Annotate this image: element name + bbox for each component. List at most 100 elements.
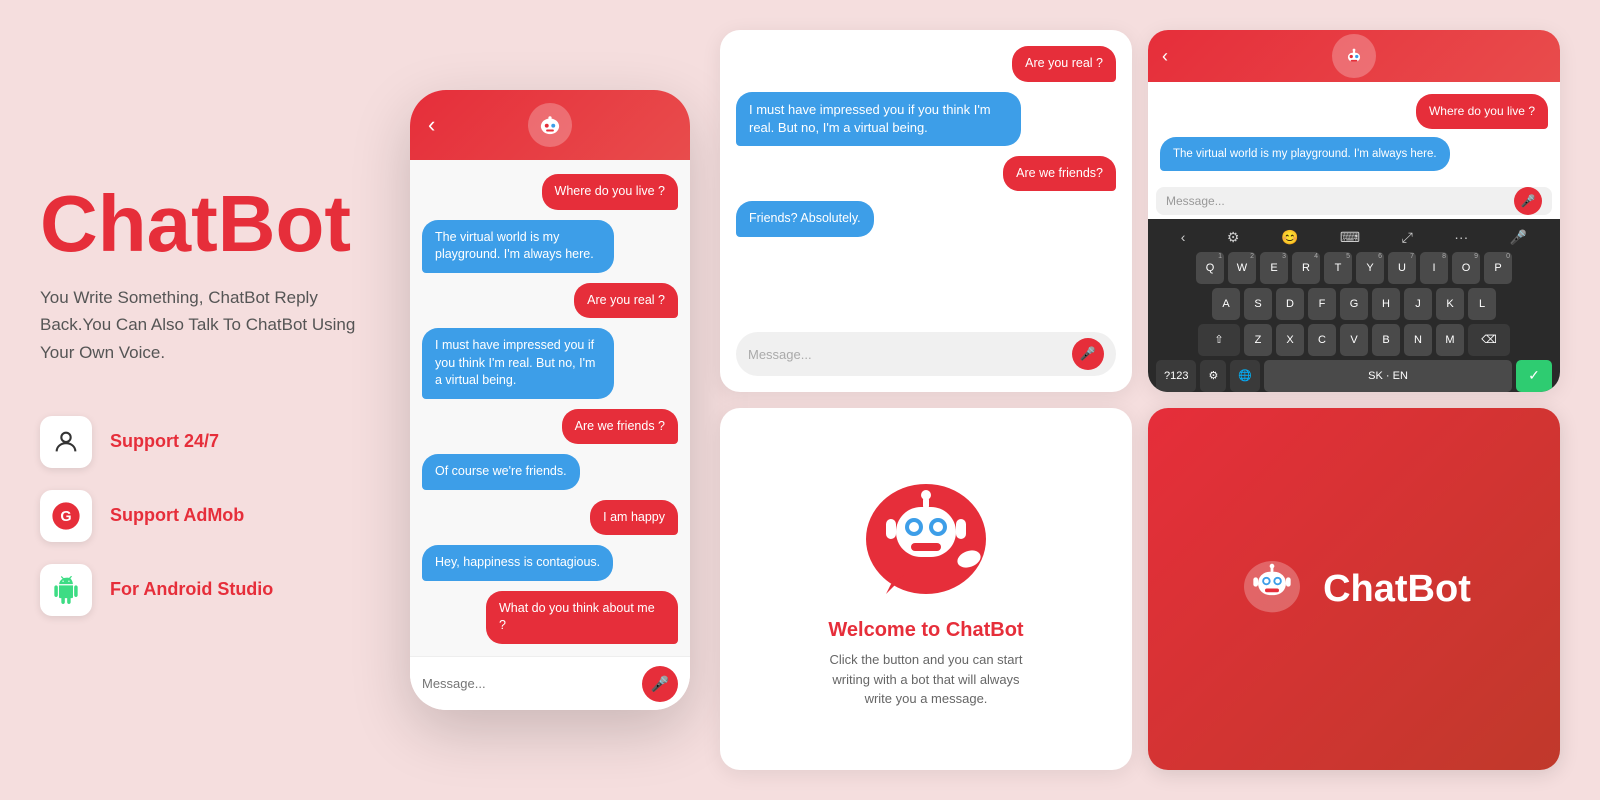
keyboard-bottom-row: ?123 ⚙ 🌐 SK · EN ✓ — [1152, 360, 1556, 392]
msg-bubble-bot: I must have impressed you if you think I… — [422, 328, 614, 399]
key-special-chars[interactable]: ?123 — [1156, 360, 1196, 392]
pk-back-button[interactable]: ‹ — [1162, 46, 1168, 67]
keyboard-row-2: A S D F G H J K L — [1152, 288, 1556, 320]
kb-expand-icon[interactable]: ⤢ — [1402, 229, 1413, 246]
kb-mic-icon[interactable]: 🎤 — [1510, 229, 1527, 246]
card-msg-bot: I must have impressed you if you think I… — [736, 92, 1021, 146]
kb-more-icon[interactable]: ··· — [1454, 229, 1468, 245]
support-icon — [40, 416, 92, 468]
msg-bubble-user: Where do you live ? — [542, 174, 678, 210]
phone-header: ‹ — [410, 90, 690, 160]
key-u[interactable]: 7U — [1388, 252, 1416, 284]
chat-card-top-left: Are you real ? I must have impressed you… — [720, 30, 1132, 392]
key-d[interactable]: D — [1276, 288, 1304, 320]
key-shift[interactable]: ⇧ — [1198, 324, 1240, 356]
admob-icon: G — [40, 490, 92, 542]
key-z[interactable]: Z — [1244, 324, 1272, 356]
feature-item-android: For Android Studio — [40, 564, 380, 616]
welcome-title: Welcome to ChatBot — [828, 619, 1023, 642]
key-k[interactable]: K — [1436, 288, 1464, 320]
keyboard-row-3: ⇧ Z X C V B N M ⌫ — [1152, 324, 1556, 356]
key-l[interactable]: L — [1468, 288, 1496, 320]
key-t[interactable]: 5T — [1324, 252, 1352, 284]
welcome-card: Welcome to ChatBot Click the button and … — [720, 408, 1132, 770]
feature-label-android: For Android Studio — [110, 579, 273, 600]
pk-input-placeholder: Message... — [1166, 194, 1514, 208]
pk-msg-user: Where do you live ? — [1416, 94, 1548, 129]
phone-mic-button[interactable]: 🎤 — [642, 666, 678, 702]
welcome-description: Click the button and you can start writi… — [826, 650, 1026, 709]
pk-header: ‹ — [1148, 30, 1560, 82]
key-space[interactable]: SK · EN — [1264, 360, 1512, 392]
phone-input-bar: 🎤 — [410, 656, 690, 710]
kb-emoji-icon[interactable]: 😊 — [1281, 229, 1298, 246]
key-r[interactable]: 4R — [1292, 252, 1320, 284]
feature-label-support: Support 24/7 — [110, 431, 219, 452]
key-n[interactable]: N — [1404, 324, 1432, 356]
brand-subtitle: You Write Something, ChatBot Reply Back.… — [40, 284, 380, 366]
phone-keyboard-card: ‹ Where do you live ? The virtual world … — [1148, 30, 1560, 392]
msg-bubble-user: Are you real ? — [574, 283, 678, 319]
msg-bubble-user: What do you think about me ? — [486, 591, 678, 644]
phone-back-button[interactable]: ‹ — [428, 112, 435, 138]
msg-bubble-user: I am happy — [590, 500, 678, 536]
phone-bot-icon — [528, 103, 572, 147]
page-wrapper: ChatBot You Write Something, ChatBot Rep… — [0, 0, 1600, 800]
keyboard-toolbar: ‹ ⚙ 😊 ⌨ ⤢ ··· 🎤 — [1152, 225, 1556, 252]
kb-settings-icon[interactable]: ⚙ — [1227, 229, 1240, 246]
key-a[interactable]: A — [1212, 288, 1240, 320]
center-chat-body: Where do you live ? The virtual world is… — [410, 160, 690, 656]
key-v[interactable]: V — [1340, 324, 1368, 356]
key-b[interactable]: B — [1372, 324, 1400, 356]
key-q[interactable]: 1Q — [1196, 252, 1224, 284]
feature-item-admob: G Support AdMob — [40, 490, 380, 542]
kb-keyboard-icon[interactable]: ⌨ — [1340, 229, 1360, 246]
right-section: Are you real ? I must have impressed you… — [720, 30, 1560, 770]
key-c[interactable]: C — [1308, 324, 1336, 356]
key-e[interactable]: 3E — [1260, 252, 1288, 284]
key-j[interactable]: J — [1404, 288, 1432, 320]
key-s[interactable]: S — [1244, 288, 1272, 320]
msg-bubble-bot: Of course we're friends. — [422, 454, 580, 490]
key-p[interactable]: 0P — [1484, 252, 1512, 284]
key-w[interactable]: 2W — [1228, 252, 1256, 284]
keyboard-row-1: 1Q 2W 3E 4R 5T 6Y 7U 8I 9O 0P — [1152, 252, 1556, 284]
pk-chat-body: Where do you live ? The virtual world is… — [1148, 82, 1560, 183]
phone-message-input[interactable] — [422, 676, 634, 691]
key-g[interactable]: G — [1340, 288, 1368, 320]
msg-bubble-bot: Hey, happiness is contagious. — [422, 545, 613, 581]
feature-list: Support 24/7 G Support AdMob — [40, 416, 380, 616]
key-enter[interactable]: ✓ — [1516, 360, 1552, 392]
brand-title: ChatBot — [40, 184, 380, 264]
svg-text:G: G — [60, 509, 71, 525]
card-msg-user: Are we friends? — [1003, 156, 1116, 192]
card-msg-bot: Friends? Absolutely. — [736, 201, 874, 237]
kb-back-icon[interactable]: ‹ — [1181, 229, 1186, 245]
key-backspace[interactable]: ⌫ — [1468, 324, 1510, 356]
brand-card-robot-icon — [1237, 554, 1307, 624]
pk-mic-button[interactable]: 🎤 — [1514, 187, 1542, 215]
card-msg-user: Are you real ? — [1012, 46, 1116, 82]
brand-card: ChatBot — [1148, 408, 1560, 770]
brand-card-title: ChatBot — [1323, 568, 1471, 611]
msg-bubble-user: Are we friends ? — [562, 409, 678, 445]
feature-item-support: Support 24/7 — [40, 416, 380, 468]
left-section: ChatBot You Write Something, ChatBot Rep… — [40, 184, 380, 616]
card-mic-button[interactable]: 🎤 — [1072, 338, 1104, 370]
key-o[interactable]: 9O — [1452, 252, 1480, 284]
key-settings-small[interactable]: ⚙ — [1200, 360, 1226, 392]
key-m[interactable]: M — [1436, 324, 1464, 356]
feature-label-admob: Support AdMob — [110, 505, 244, 526]
welcome-robot-svg — [851, 469, 1001, 619]
pk-msg-bot: The virtual world is my playground. I'm … — [1160, 137, 1450, 171]
key-h[interactable]: H — [1372, 288, 1400, 320]
key-y[interactable]: 6Y — [1356, 252, 1384, 284]
android-icon — [40, 564, 92, 616]
key-x[interactable]: X — [1276, 324, 1304, 356]
key-globe[interactable]: 🌐 — [1230, 360, 1260, 392]
card-input-bar: Message... 🎤 — [736, 332, 1116, 376]
pk-bot-icon — [1332, 34, 1376, 78]
key-f[interactable]: F — [1308, 288, 1336, 320]
center-phone: ‹ Where do you live ? The virtual world — [410, 90, 690, 710]
key-i[interactable]: 8I — [1420, 252, 1448, 284]
